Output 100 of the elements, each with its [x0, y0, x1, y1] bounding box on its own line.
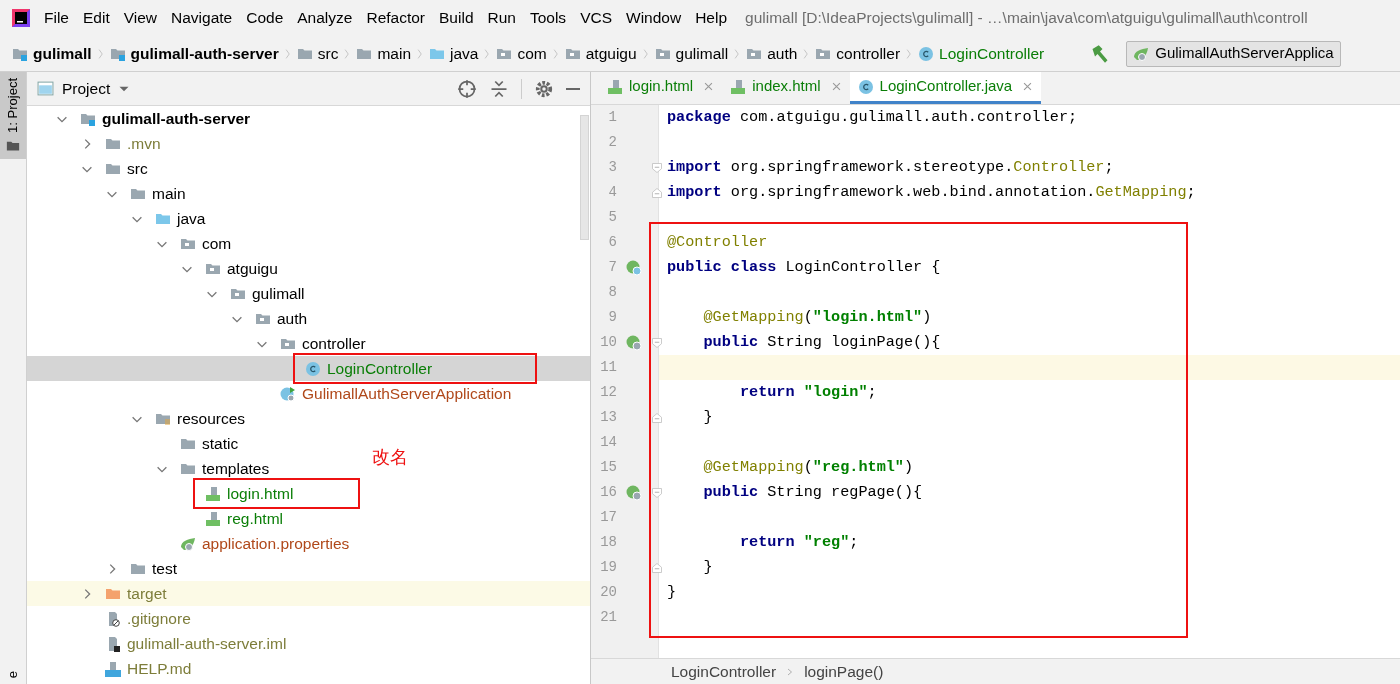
- collapse-all-icon: [489, 78, 509, 99]
- breadcrumb-item[interactable]: main: [377, 41, 411, 66]
- editor-tab[interactable]: LoginController.java: [849, 72, 1042, 104]
- tree-item-label[interactable]: test: [152, 556, 177, 581]
- breadcrumb-item[interactable]: java: [450, 41, 479, 66]
- breadcrumb-item[interactable]: gulimall-auth-server: [130, 41, 279, 66]
- breadcrumb-item[interactable]: atguigu: [585, 41, 637, 66]
- breadcrumb-item[interactable]: LoginController: [671, 659, 777, 684]
- code-line: import org.springframework.stereotype.Controller;: [667, 157, 1114, 179]
- breadcrumb-item[interactable]: src: [317, 41, 339, 66]
- code-line: package com.atguigu.gulimall.auth.controller;: [667, 107, 1078, 129]
- menu-item[interactable]: Run: [487, 6, 516, 30]
- tree-item-label[interactable]: auth: [277, 306, 308, 331]
- line-number: 11: [599, 358, 617, 377]
- tree-item-label[interactable]: GulimallAuthServerApplication: [302, 381, 512, 406]
- tree-item-label[interactable]: main: [152, 181, 186, 206]
- code-line: import org.springframework.web.bind.annotation.GetMapping;: [667, 182, 1196, 204]
- line-number: 2: [607, 133, 617, 152]
- tree-item-label[interactable]: HELP.md: [127, 656, 192, 681]
- tree-item-label[interactable]: controller: [302, 331, 366, 356]
- line-number: 6: [607, 233, 617, 252]
- line-number: 4: [607, 183, 617, 202]
- code-line: return "reg";: [738, 532, 859, 554]
- breadcrumb-item[interactable]: controller: [836, 41, 901, 66]
- side-tool-tab[interactable]: 1: Project: [0, 72, 26, 159]
- tree-item-label[interactable]: login.html: [227, 481, 294, 506]
- menu-item[interactable]: Help: [695, 6, 728, 30]
- tree-item-label[interactable]: resources: [177, 406, 246, 431]
- tree-item-label[interactable]: target: [127, 581, 167, 606]
- breadcrumb-item[interactable]: gulimall: [33, 41, 92, 66]
- menu-item[interactable]: VCS: [580, 6, 612, 30]
- breadcrumb-item[interactable]: loginPage(): [804, 659, 884, 684]
- tree-item-label[interactable]: templates: [202, 456, 270, 481]
- menu-item[interactable]: File: [44, 6, 69, 30]
- tree-item-label[interactable]: gulimall-auth-server: [102, 106, 251, 131]
- menu-item[interactable]: Analyze: [297, 6, 353, 30]
- class-icon: [280, 385, 296, 402]
- scrollbar-thumb[interactable]: [580, 115, 589, 240]
- code-line: public class LoginController {: [667, 257, 941, 279]
- line-number: 21: [599, 608, 617, 627]
- editor-tab[interactable]: login.html: [599, 72, 723, 104]
- app-logo-icon: [10, 7, 32, 29]
- tree-item-label[interactable]: src: [127, 156, 148, 181]
- tree-item-label[interactable]: .gitignore: [127, 606, 191, 631]
- tree-item-label[interactable]: LoginController: [327, 356, 433, 381]
- panel-title: Project: [62, 78, 111, 99]
- leaf-icon: [1133, 45, 1150, 62]
- close-icon: [1022, 81, 1034, 92]
- tree-item-label[interactable]: static: [202, 431, 239, 456]
- tree-item-label[interactable]: com: [202, 231, 232, 256]
- line-number: 15: [599, 458, 617, 477]
- line-number: 5: [607, 208, 617, 227]
- annotation-text: 改名: [372, 446, 408, 469]
- code-line: @GetMapping("login.html"): [702, 307, 932, 329]
- run-configuration-dropdown[interactable]: GulimallAuthServerApplica: [1126, 40, 1341, 67]
- tree-item-label[interactable]: reg.html: [227, 506, 283, 531]
- tree-item-label[interactable]: atguigu: [227, 256, 278, 281]
- code-line: @GetMapping("reg.html"): [702, 457, 914, 479]
- class-icon: [305, 360, 321, 377]
- code-line: public String regPage(){: [702, 482, 923, 504]
- menu-item[interactable]: Window: [626, 6, 682, 30]
- code-line: @Controller: [667, 232, 768, 254]
- tree-item-label[interactable]: gulimall-auth-server.iml: [127, 631, 287, 656]
- menu-item[interactable]: Refactor: [366, 6, 426, 30]
- breadcrumb-item[interactable]: auth: [767, 41, 798, 66]
- html-file-icon: [205, 510, 221, 527]
- menu-item[interactable]: View: [123, 6, 158, 30]
- menu-item[interactable]: Edit: [83, 6, 110, 30]
- menu-item[interactable]: Navigate: [171, 6, 233, 30]
- line-number: 8: [607, 283, 617, 302]
- line-number: 3: [607, 158, 617, 177]
- line-number: 14: [599, 433, 617, 452]
- settings-icon: [534, 78, 554, 99]
- menu-item[interactable]: Code: [246, 6, 284, 30]
- code-line: }: [667, 582, 677, 604]
- code-line: public String loginPage(){: [702, 332, 941, 354]
- tree-item-label[interactable]: gulimall: [252, 281, 305, 306]
- code-line: }: [702, 407, 713, 429]
- close-icon: [830, 81, 842, 92]
- menu-item[interactable]: Tools: [529, 6, 567, 30]
- tree-item-label[interactable]: application.properties: [202, 531, 350, 556]
- editor-tab[interactable]: index.html: [722, 72, 850, 104]
- line-number: 19: [599, 558, 617, 577]
- line-number: 7: [607, 258, 617, 277]
- line-number: 18: [599, 533, 617, 552]
- minimize-icon[interactable]: [566, 87, 580, 90]
- line-number: 1: [607, 108, 617, 127]
- side-tool-tab[interactable]: e: [0, 664, 26, 684]
- close-icon: [703, 81, 715, 92]
- html-file-icon: [607, 78, 623, 95]
- breadcrumb-item[interactable]: LoginController: [939, 41, 1045, 66]
- breadcrumb-item[interactable]: gulimall: [675, 41, 729, 66]
- leaf-icon: [180, 535, 196, 552]
- crosshair-icon: [457, 78, 477, 99]
- tree-item-label[interactable]: java: [177, 206, 206, 231]
- breadcrumb-item[interactable]: com: [517, 41, 547, 66]
- line-number: 10: [599, 333, 617, 352]
- menu-item[interactable]: Build: [439, 6, 474, 30]
- line-number: 12: [599, 383, 617, 402]
- tree-item-label[interactable]: .mvn: [127, 131, 161, 156]
